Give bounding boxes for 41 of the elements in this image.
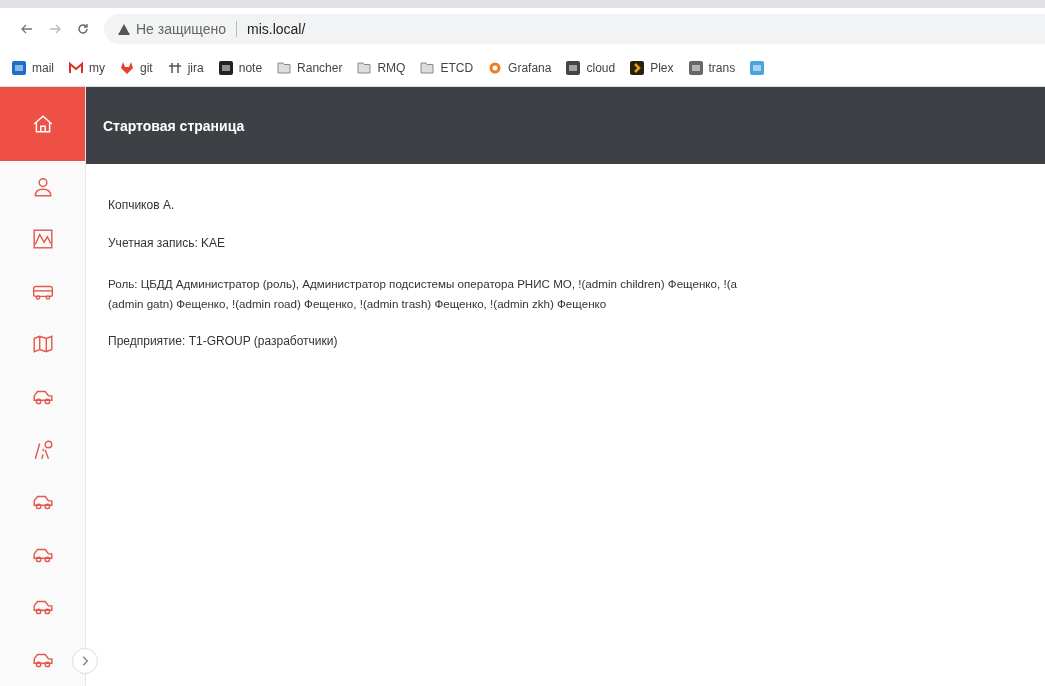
forward-icon[interactable] xyxy=(48,22,62,36)
fox-icon xyxy=(120,61,134,75)
bookmark[interactable]: git xyxy=(120,61,153,75)
page-title: Стартовая страница xyxy=(103,117,245,134)
logo-icon xyxy=(688,61,703,75)
bookmark[interactable]: cloud xyxy=(566,61,616,75)
bookmark[interactable]: RMQ xyxy=(357,61,406,75)
expand-button[interactable] xyxy=(72,648,98,674)
bookmark[interactable]: trans xyxy=(688,61,736,75)
logo-icon xyxy=(167,61,182,75)
bookmark[interactable]: my xyxy=(69,61,105,75)
folder-icon xyxy=(357,61,372,75)
address-bar[interactable]: Не защищено mis.local/ xyxy=(104,14,1045,44)
bookmark[interactable]: mail xyxy=(12,61,54,75)
user-name: Копчиков А. xyxy=(108,198,176,212)
logo-icon xyxy=(218,61,233,75)
folder-icon xyxy=(420,61,435,75)
company-text: Предприятие: T1-GROUP (разработчики) xyxy=(108,334,339,348)
account-text: Учетная запись: KAE xyxy=(108,236,227,250)
bookmark[interactable]: Plex xyxy=(630,61,674,75)
bookmark[interactable]: Rancher xyxy=(277,61,343,75)
mail-icon xyxy=(69,61,83,75)
security-label: Не защищено xyxy=(136,21,226,37)
bookmark[interactable]: Grafana xyxy=(488,61,552,75)
chart-icon xyxy=(31,228,54,251)
bookmark[interactable]: jira xyxy=(167,61,204,75)
bookmark[interactable]: note xyxy=(218,61,263,75)
folder-icon xyxy=(277,61,292,75)
bookmark[interactable] xyxy=(750,61,765,75)
back-icon[interactable] xyxy=(20,22,34,36)
role-text: (admin gatn) Фещенко, !(admin road) Фещенко, !(admin trash) Фещенко, !(admin zkh) Фещенко xyxy=(108,296,608,312)
logo-icon xyxy=(566,61,581,75)
warning-icon xyxy=(118,23,130,35)
app-icon xyxy=(750,61,765,75)
url-text: mis.local/ xyxy=(247,21,306,37)
chevron-icon xyxy=(630,61,645,75)
logo-icon xyxy=(12,61,26,75)
role-text: Роль: ЦБДД Администратор (роль), Администратор подсистемы оператора РНИС МО, !(admin children) Фещенко, !(a xyxy=(108,276,738,292)
bookmark[interactable]: ETCD xyxy=(420,61,474,75)
reload-icon[interactable] xyxy=(76,22,90,36)
map-icon xyxy=(31,333,54,356)
